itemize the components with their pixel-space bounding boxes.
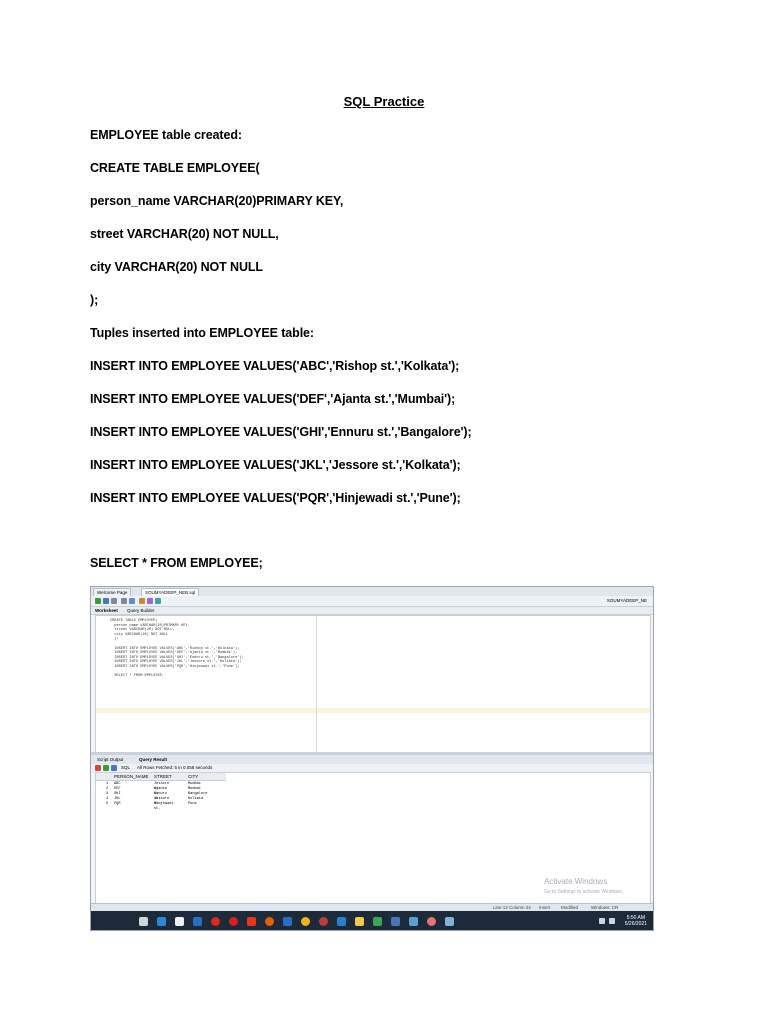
sql-line: street VARCHAR(20) NOT NULL,	[90, 227, 279, 241]
opera-icon[interactable]	[211, 917, 220, 926]
sql-code[interactable]: CREATE TABLE EMPLOYEE( person_name VARCH…	[110, 619, 244, 679]
tab-query-result[interactable]: Query Result	[139, 757, 167, 763]
row-number: 5	[106, 802, 109, 806]
editor-toolbar: SOUMYADEEP_NE	[91, 596, 653, 607]
sql-line: INSERT INTO EMPLOYEE VALUES('DEF','Ajant…	[90, 392, 456, 406]
export-icon[interactable]	[111, 765, 117, 771]
pin-icon[interactable]	[95, 765, 101, 771]
windows-taskbar: 5:50 AM 5/26/2021	[91, 911, 653, 930]
sql-line: INSERT INTO EMPLOYEE VALUES('GHI','Ennur…	[90, 425, 472, 439]
column-header[interactable]: STREET	[154, 773, 172, 780]
run-script-icon[interactable]	[103, 598, 109, 604]
cell-person-name: PQR	[114, 802, 121, 806]
sql-line: CREATE TABLE EMPLOYEE(	[90, 161, 260, 175]
cell-city: Pune	[188, 802, 197, 806]
photos-icon[interactable]	[445, 917, 454, 926]
refresh-icon[interactable]	[103, 765, 109, 771]
system-clock[interactable]: 5:50 AM 5/26/2021	[625, 915, 647, 927]
task-view-icon[interactable]	[139, 917, 148, 926]
word-icon[interactable]	[283, 917, 292, 926]
connection-selector[interactable]: SOUMYADEEP_NE	[607, 598, 647, 604]
clear-icon[interactable]	[147, 598, 153, 604]
cell-street: Hinjewadi st.	[154, 802, 174, 811]
opera-gx-icon[interactable]	[229, 917, 238, 926]
tab-sql-file[interactable]: SOUMYADEEP_NEB.sql	[141, 588, 200, 596]
embedded-screenshot: Welcome Page SOUMYADEEP_NEB.sql SOUMYADE…	[90, 586, 654, 931]
watermark-title: Activate Windows	[544, 877, 608, 886]
current-line-highlight	[96, 708, 650, 713]
tab-query-builder[interactable]: Query Builder	[127, 608, 155, 614]
store-app-icon[interactable]	[409, 917, 418, 926]
sql-line: city VARCHAR(20) NOT NULL	[90, 260, 263, 274]
tab-label: SOUMYADEEP_NEB.sql	[145, 590, 196, 595]
sql-line: );	[90, 293, 99, 307]
commit-icon[interactable]	[111, 598, 117, 604]
column-header[interactable]: PERSON_NAME	[114, 773, 149, 780]
explain-icon[interactable]	[129, 598, 135, 604]
tab-worksheet[interactable]: Worksheet	[95, 608, 118, 614]
activate-windows-watermark: Activate Windows Go to Settings to activ…	[544, 877, 623, 897]
sql-line: INSERT INTO EMPLOYEE VALUES('PQR','Hinje…	[90, 491, 461, 505]
tab-script-output[interactable]: Script Output	[97, 757, 123, 763]
sql-line: INSERT INTO EMPLOYEE VALUES('JKL','Jesso…	[90, 458, 461, 472]
tab-label: Welcome Page	[97, 590, 128, 595]
sql-line: person_name VARCHAR(20)PRIMARY KEY,	[90, 194, 344, 208]
run-icon[interactable]	[95, 598, 101, 604]
opera-alt-icon[interactable]	[319, 917, 328, 926]
grid-header: PERSON_NAME STREET CITY	[96, 773, 226, 781]
settings-app-icon[interactable]	[427, 917, 436, 926]
firefox-icon[interactable]	[265, 917, 274, 926]
tab-welcome-page[interactable]: Welcome Page	[93, 588, 132, 596]
section-heading-table-created: EMPLOYEE table created:	[90, 128, 242, 142]
sheets-icon[interactable]	[373, 917, 382, 926]
mail-icon[interactable]	[193, 917, 202, 926]
rollback-icon[interactable]	[121, 598, 127, 604]
store-icon[interactable]	[175, 917, 184, 926]
document-title: SQL Practice	[343, 94, 425, 109]
section-heading-tuples-inserted: Tuples inserted into EMPLOYEE table:	[90, 326, 314, 340]
history-icon[interactable]	[155, 598, 161, 604]
watermark-subtitle: Go to Settings to activate Windows.	[544, 889, 623, 895]
editor-divider	[316, 616, 317, 752]
chrome-icon[interactable]	[301, 917, 310, 926]
clock-date: 5/26/2021	[624, 921, 647, 927]
sql-developer-icon[interactable]	[391, 917, 400, 926]
autotrace-icon[interactable]	[139, 598, 145, 604]
fetch-message: All Rows Fetched: 5 in 0.058 seconds	[137, 765, 213, 770]
edge-icon[interactable]	[157, 917, 166, 926]
result-toolbar: SQL All Rows Fetched: 5 in 0.058 seconds	[91, 764, 653, 772]
acrobat-icon[interactable]	[247, 917, 256, 926]
file-explorer-icon[interactable]	[355, 917, 364, 926]
sql-line: INSERT INTO EMPLOYEE VALUES('ABC','Risho…	[90, 359, 460, 373]
tray-keyboard-icon[interactable]	[609, 918, 615, 924]
sql-label[interactable]: SQL	[121, 765, 130, 771]
column-header[interactable]: CITY	[188, 773, 198, 780]
sql-line-select: SELECT * FROM EMPLOYEE;	[90, 556, 263, 570]
sql-editor[interactable]: CREATE TABLE EMPLOYEE( person_name VARCH…	[95, 615, 651, 753]
worksheet-subtabs: Worksheet Query Builder	[91, 607, 653, 615]
vscode-icon[interactable]	[337, 917, 346, 926]
tray-chevron-icon[interactable]	[599, 918, 605, 924]
